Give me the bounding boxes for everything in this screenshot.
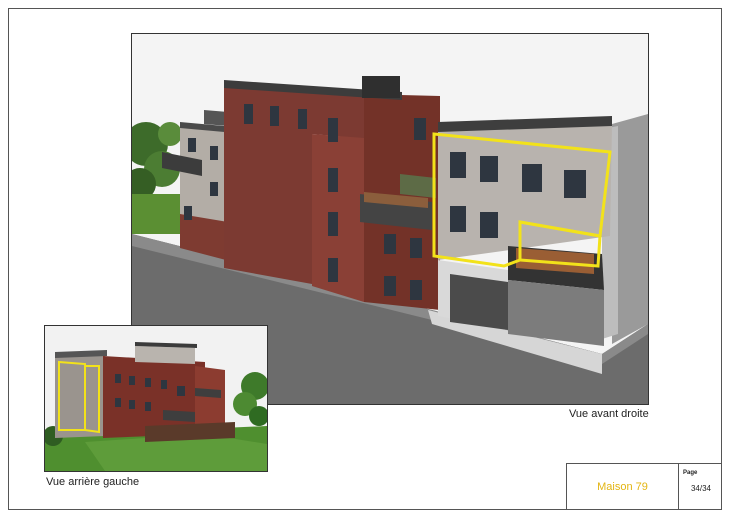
main-view-caption: Vue avant droite xyxy=(569,408,649,420)
inset-view-caption: Vue arrière gauche xyxy=(46,476,140,488)
page-number: 34/34 xyxy=(690,484,712,493)
project-name: Maison 79 xyxy=(597,481,648,493)
page-label: Page xyxy=(683,470,698,476)
title-block: Maison 79 Page 34/34 xyxy=(566,463,722,510)
inset-render-rear-left-view xyxy=(44,325,268,472)
